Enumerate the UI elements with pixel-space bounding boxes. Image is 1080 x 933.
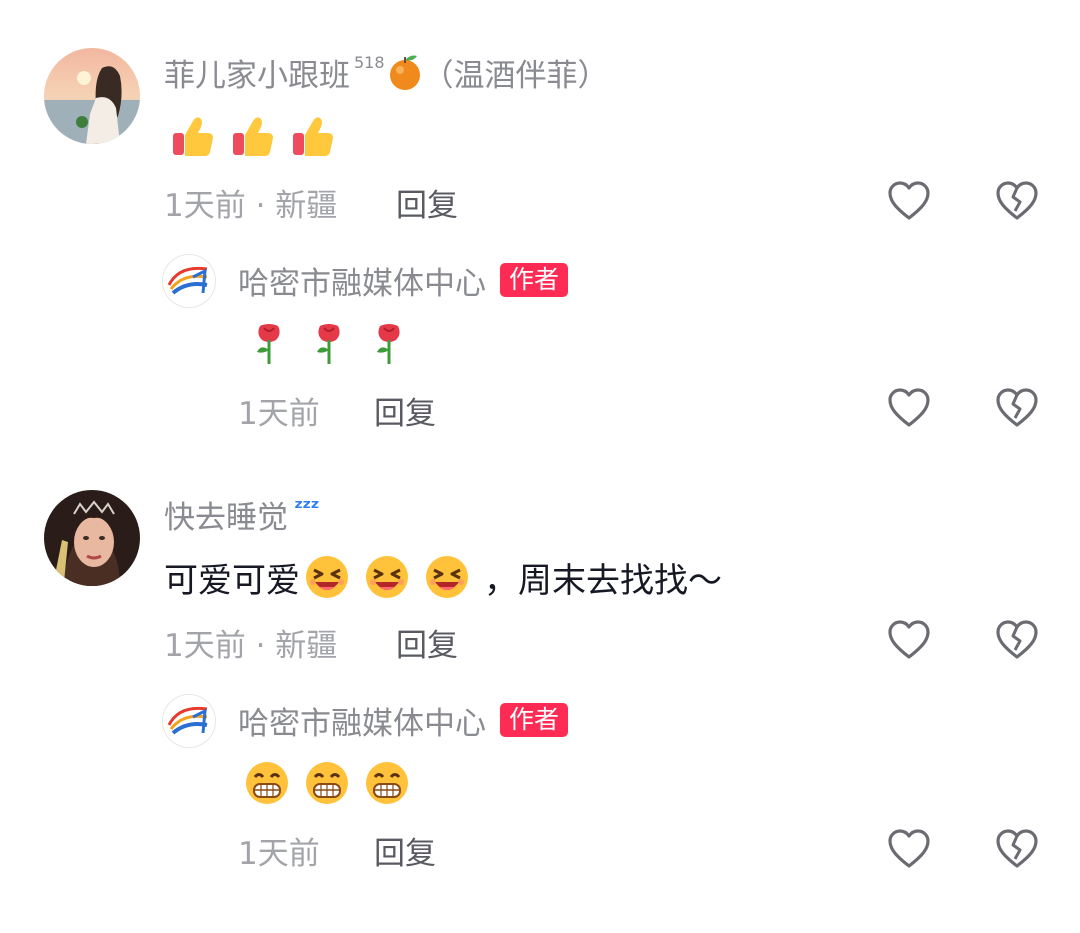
heart-icon[interactable] [886,385,932,431]
thumbs-up-icon [290,113,336,159]
grinning-face-icon [244,760,290,806]
grinning-face-icon [304,760,350,806]
broken-heart-icon[interactable] [994,826,1040,872]
thumbs-up-icon [170,113,216,159]
laughing-face-icon [304,554,350,600]
reply-button[interactable]: 回复 [374,388,436,433]
comment-body [170,113,350,159]
reply-meta: 1天前 [238,396,320,432]
user-avatar[interactable] [44,48,140,144]
author-badge: 作者 [500,703,569,737]
laughing-face-icon [364,554,410,600]
comment-meta: 1天前 · 新疆 [164,188,338,224]
heart-icon[interactable] [886,617,932,663]
comment-username[interactable]: 菲儿家小跟班 518 （温酒伴菲） [164,50,609,94]
broken-heart-icon[interactable] [994,617,1040,663]
reply-button[interactable]: 回复 [396,620,458,665]
heart-icon[interactable] [886,178,932,224]
broken-heart-icon[interactable] [994,178,1040,224]
rose-icon [246,320,292,366]
comment-username[interactable]: 快去睡觉 ᶻᶻᶻ [164,492,320,536]
heart-icon[interactable] [886,826,932,872]
user-avatar[interactable] [44,490,140,586]
comment-meta: 1天前 · 新疆 [164,628,338,664]
thumbs-up-icon [230,113,276,159]
level-badge: 518 [354,52,385,72]
author-avatar[interactable] [162,694,216,748]
orange-icon [387,52,423,92]
author-avatar[interactable] [162,254,216,308]
broken-heart-icon[interactable] [994,385,1040,431]
reply-button[interactable]: 回复 [396,180,458,225]
rose-icon [366,320,412,366]
author-badge: 作者 [500,263,569,297]
reply-body [244,760,424,806]
reply-meta: 1天前 [238,836,320,872]
sleeping-zzz-icon: ᶻᶻᶻ [294,495,320,521]
grinning-face-icon [364,760,410,806]
comment-body: 可爱可爱 ，周末去找找～ [164,552,722,602]
rose-icon [306,320,352,366]
reply-username[interactable]: 哈密市融媒体中心 作者 [238,698,569,742]
reply-button[interactable]: 回复 [374,828,436,873]
laughing-face-icon [424,554,470,600]
reply-username[interactable]: 哈密市融媒体中心 作者 [238,258,569,302]
reply-body [246,320,426,366]
